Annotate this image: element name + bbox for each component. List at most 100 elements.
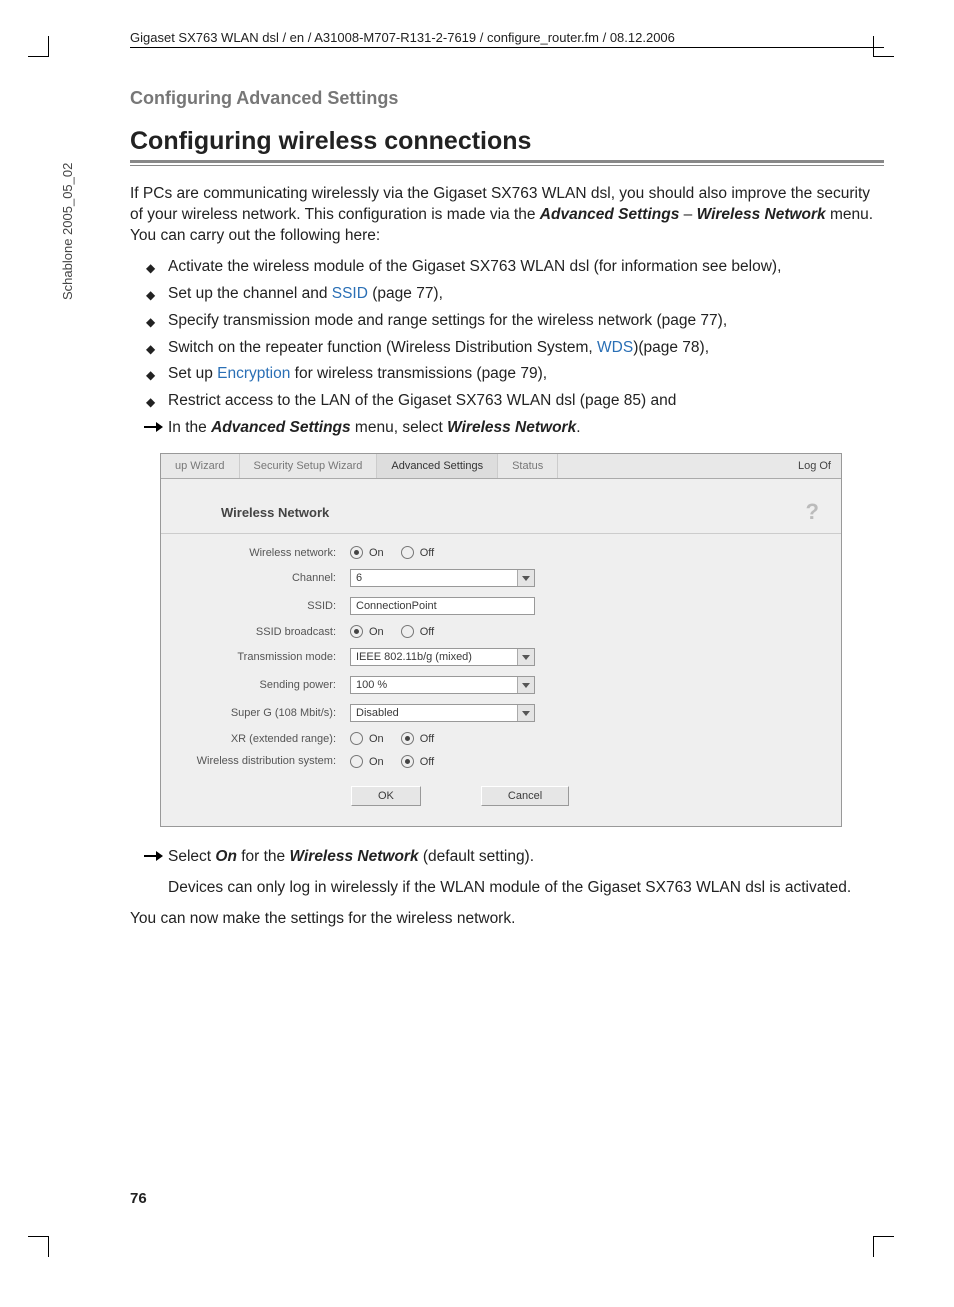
row-xr: XR (extended range): On Off: [161, 732, 825, 745]
intro-bold-2: Wireless Network: [697, 206, 826, 223]
row-ssid-broadcast: SSID broadcast: On Off: [161, 625, 825, 638]
label-sending-power: Sending power:: [161, 679, 350, 691]
step-text: for the: [237, 848, 290, 865]
list-item: Set up the channel and SSID (page 77),: [150, 284, 884, 305]
cancel-button[interactable]: Cancel: [481, 786, 569, 806]
radio-wireless-on[interactable]: [350, 546, 363, 559]
list-text: )(page 78),: [633, 339, 709, 356]
list-text: Switch on the repeater function (Wireles…: [168, 339, 597, 356]
ok-button[interactable]: OK: [351, 786, 421, 806]
separator: [161, 533, 841, 534]
radio-wds-off[interactable]: [401, 755, 414, 768]
tab-bar: up Wizard Security Setup Wizard Advanced…: [161, 454, 841, 479]
router-ui-screenshot: up Wizard Security Setup Wizard Advanced…: [160, 453, 842, 827]
list-item: Specify transmission mode and range sett…: [150, 311, 884, 332]
label-wds: Wireless distribution system:: [161, 755, 350, 768]
tab-setup-wizard[interactable]: up Wizard: [161, 454, 240, 478]
label-channel: Channel:: [161, 572, 350, 584]
radio-label: On: [369, 626, 384, 638]
tab-security-wizard[interactable]: Security Setup Wizard: [240, 454, 378, 478]
radio-wds-on[interactable]: [350, 755, 363, 768]
label-ssid: SSID:: [161, 600, 350, 612]
radio-ssidbc-off[interactable]: [401, 625, 414, 638]
list-item: Set up Encryption for wireless transmiss…: [150, 364, 884, 385]
input-value: ConnectionPoint: [356, 600, 437, 612]
label-ssid-broadcast: SSID broadcast:: [161, 626, 350, 638]
radio-label: Off: [420, 547, 434, 559]
step-bold: On: [215, 848, 237, 865]
radio-xr-off[interactable]: [401, 732, 414, 745]
chevron-down-icon: [517, 677, 534, 693]
radio-label: On: [369, 756, 384, 768]
radio-label: Off: [420, 626, 434, 638]
crop-mark: [28, 1236, 49, 1257]
select-transmission-mode[interactable]: IEEE 802.11b/g (mixed): [350, 648, 535, 666]
radio-label: Off: [420, 756, 434, 768]
row-wds: Wireless distribution system: On Off: [161, 755, 825, 768]
radio-label: On: [369, 733, 384, 745]
step-text: (default setting).: [419, 848, 534, 865]
label-xr: XR (extended range):: [161, 733, 350, 745]
settings-form: Wireless network: On Off Channel: 6 SSID…: [161, 546, 841, 826]
section-label: Configuring Advanced Settings: [130, 88, 884, 109]
input-ssid[interactable]: ConnectionPoint: [350, 597, 535, 615]
help-icon[interactable]: ?: [806, 499, 819, 525]
step-text: Select: [168, 848, 215, 865]
panel-heading: Wireless Network: [221, 505, 329, 520]
radio-wireless-off[interactable]: [401, 546, 414, 559]
row-wireless-network: Wireless network: On Off: [161, 546, 825, 559]
tab-advanced-settings[interactable]: Advanced Settings: [377, 454, 498, 478]
list-text: Set up the channel and: [168, 285, 332, 302]
header-path: Gigaset SX763 WLAN dsl / en / A31008-M70…: [130, 30, 884, 48]
radio-xr-on[interactable]: [350, 732, 363, 745]
step-note: Devices can only log in wirelessly if th…: [168, 878, 884, 899]
encryption-link[interactable]: Encryption: [217, 365, 290, 382]
chevron-down-icon: [517, 570, 534, 586]
template-version: Schablone 2005_05_02: [60, 163, 75, 300]
chevron-down-icon: [517, 705, 534, 721]
bullet-list: Activate the wireless module of the Giga…: [130, 257, 884, 413]
crop-mark: [873, 1236, 894, 1257]
step-text: In the: [168, 419, 211, 436]
ssid-link[interactable]: SSID: [332, 285, 368, 302]
page-number: 76: [130, 1190, 147, 1207]
row-ssid: SSID: ConnectionPoint: [161, 597, 825, 615]
list-text: for wireless transmissions (page 79),: [290, 365, 547, 382]
select-value: IEEE 802.11b/g (mixed): [356, 651, 472, 663]
title-rule: [130, 160, 884, 166]
intro-bold-1: Advanced Settings: [540, 206, 680, 223]
row-sending-power: Sending power: 100 %: [161, 676, 825, 694]
logoff-link[interactable]: Log Of: [788, 454, 841, 478]
wds-link[interactable]: WDS: [597, 339, 633, 356]
step-text: menu, select: [351, 419, 448, 436]
row-channel: Channel: 6: [161, 569, 825, 587]
crop-mark: [28, 36, 49, 57]
select-value: 100 %: [356, 679, 387, 691]
instruction-step: In the Advanced Settings menu, select Wi…: [130, 418, 884, 439]
label-super-g: Super G (108 Mbit/s):: [161, 707, 350, 719]
list-text: Set up: [168, 365, 217, 382]
tab-spacer: [558, 454, 788, 478]
step-bold: Wireless Network: [289, 848, 418, 865]
intro-text: –: [684, 206, 697, 223]
intro-paragraph: If PCs are communicating wirelessly via …: [130, 184, 884, 247]
list-item: Switch on the repeater function (Wireles…: [150, 338, 884, 359]
step-bold: Advanced Settings: [211, 419, 351, 436]
page-title: Configuring wireless connections: [130, 127, 884, 156]
tab-status[interactable]: Status: [498, 454, 558, 478]
row-super-g: Super G (108 Mbit/s): Disabled: [161, 704, 825, 722]
select-super-g[interactable]: Disabled: [350, 704, 535, 722]
radio-label: Off: [420, 733, 434, 745]
select-channel[interactable]: 6: [350, 569, 535, 587]
select-value: 6: [356, 572, 362, 584]
label-transmission-mode: Transmission mode:: [161, 651, 350, 663]
select-sending-power[interactable]: 100 %: [350, 676, 535, 694]
instruction-step: Select On for the Wireless Network (defa…: [130, 847, 884, 868]
row-transmission-mode: Transmission mode: IEEE 802.11b/g (mixed…: [161, 648, 825, 666]
radio-ssidbc-on[interactable]: [350, 625, 363, 638]
crop-mark: [873, 36, 894, 57]
step-bold: Wireless Network: [447, 419, 576, 436]
closing-paragraph: You can now make the settings for the wi…: [130, 909, 884, 930]
step-text: .: [576, 419, 580, 436]
radio-label: On: [369, 547, 384, 559]
